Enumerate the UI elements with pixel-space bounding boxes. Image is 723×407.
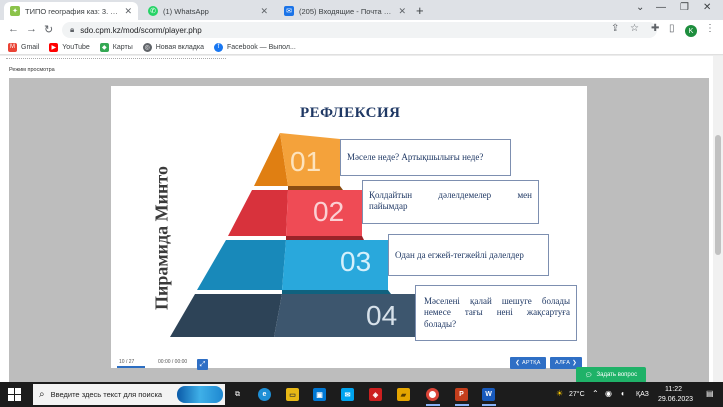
folder-icon[interactable]: ▰ [397,388,410,401]
search-icon: ⌕ [39,389,45,400]
fullscreen-button[interactable]: ⤢ [197,359,208,370]
file-explorer-icon[interactable]: ▭ [286,388,299,401]
level-2-text-line-2: пайымдар [369,201,408,212]
progress-bar[interactable] [117,366,145,368]
ask-question-label: Задать вопрос [596,372,638,378]
network-icon[interactable]: ◉ [605,389,612,398]
bookmark-star-icon[interactable]: ☆ [630,23,639,34]
sidebar-icon[interactable]: ▯ [669,23,675,34]
tab-title: ТИПО география каз: 3. Картогр [25,6,119,16]
bookmark-facebook[interactable]: f Facebook — Выпол... [214,42,296,52]
tab-title: (205) Входящие - Почта Mail.ru [299,6,392,16]
extensions-icon[interactable]: ✚ [651,23,659,34]
tab-strip: ✦ ТИПО география каз: 3. Картогр ✕ ✆ (1)… [0,0,723,20]
level-4-text-line-1: Мәселені қалай шешуге болады [424,296,570,306]
gmail-icon: M [8,42,17,52]
level-4-text-line-3: болады? [424,318,457,329]
facebook-icon: f [214,42,223,52]
time-counter: 00:00 / 00:00 [158,359,188,365]
mail-app-icon[interactable]: ✉ [341,388,354,401]
browser-toolbar: ← → ↻ 🔒︎ sdo.cpm.kz/mod/scorm/player.php… [0,20,723,40]
tab-whatsapp[interactable]: ✆ (1) WhatsApp ✕ [142,2,274,20]
close-tab-icon[interactable]: ✕ [398,6,406,17]
bookmark-new-tab[interactable]: ◎ Новая вкладка [142,42,204,52]
clock-date[interactable]: 29.06.2023 [658,396,693,403]
lock-icon[interactable]: 🔒︎ [70,25,74,35]
powerpoint-active-indicator [455,404,469,406]
clock-time[interactable]: 11:22 [665,386,682,393]
profile-avatar[interactable]: K [685,25,697,37]
bookmark-gmail[interactable]: M Gmail [8,42,40,52]
weather-temp[interactable]: 27°C [569,391,585,398]
share-icon[interactable]: ⇪ [611,23,619,34]
bookmark-label: YouTube [62,43,90,51]
bookmark-label: Карты [112,43,133,51]
notifications-icon[interactable]: ▤ [706,389,714,398]
back-icon[interactable]: ← [8,23,19,35]
bookmark-youtube[interactable]: ▶ YouTube [49,42,90,52]
slide-counter: 10 / 27 [119,359,135,365]
menu-icon[interactable]: ⋮ [705,23,715,34]
antivirus-icon[interactable]: ◈ [369,388,382,401]
pyramid-vertical-title: Пирамида Минто [151,166,172,310]
chrome-active-indicator [426,404,440,406]
restore-icon[interactable]: ❐ [680,2,689,13]
store-icon[interactable]: ▣ [313,388,326,401]
mail-icon: ✉ [284,6,294,16]
show-hidden-icons[interactable]: ⌃ [592,389,599,398]
chat-icon: 💬︎ [584,372,593,379]
slide-title: РЕФЛЕКСИЯ [300,105,401,121]
bookmark-label: Facebook — Выпол... [227,43,296,51]
close-tab-icon[interactable]: ✕ [124,6,132,17]
close-window-icon[interactable]: ✕ [703,2,711,13]
volume-icon[interactable]: ◖ [620,389,625,398]
reload-icon[interactable]: ↻ [44,23,53,36]
moodle-icon: ✦ [10,6,20,16]
prev-button[interactable]: ❮ АРТҚА [510,357,546,369]
globe-icon: ◎ [142,42,152,52]
search-placeholder: Введите здесь текст для поиска [50,390,163,399]
language-indicator[interactable]: ҚАЗ [636,391,649,398]
level-1-callout: Мәселе неде? Артықшылығы неде? [340,139,511,176]
word-active-indicator [482,404,496,406]
bookmark-label: Новая вкладка [155,43,204,51]
bookmarks-bar: M Gmail ▶ YouTube ◆ Карты ◎ Новая вкладк… [0,40,723,55]
address-bar[interactable]: 🔒︎ sdo.cpm.kz/mod/scorm/player.php [62,22,657,38]
level-1-text: Мәселе неде? Артықшылығы неде? [347,152,484,162]
windows-start-icon[interactable] [8,388,21,401]
expand-icon: ⤢ [199,360,206,368]
cut-off-content [6,58,226,61]
maps-icon: ◆ [99,42,109,52]
bookmark-maps[interactable]: ◆ Карты [99,42,133,52]
youtube-icon: ▶ [49,42,59,52]
level-4-callout: Мәселені қалай шешуге болады немесе тағы… [415,285,577,341]
minimize-icon[interactable]: — [656,2,666,13]
level-3-text: Одан да егжей-тегжейлі дәлелдер [395,250,524,260]
scrollbar-thumb[interactable] [715,135,721,255]
whatsapp-icon: ✆ [148,6,158,16]
powerpoint-icon[interactable]: P [455,388,468,401]
url-text: sdo.cpm.kz/mod/scorm/player.php [80,25,202,35]
weather-icon[interactable]: ☀ [556,389,563,398]
bookmark-label: Gmail [21,43,40,51]
close-tab-icon[interactable]: ✕ [260,6,268,17]
taskbar-search[interactable]: ⌕ Введите здесь текст для поиска [33,384,225,405]
search-highlight-image [177,386,223,403]
word-icon[interactable]: W [482,388,495,401]
level-2-callout: Қолдайтын дәлелдемелер мен пайымдар [362,180,539,224]
tab-mail[interactable]: ✉ (205) Входящие - Почта Mail.ru ✕ [278,2,412,20]
tab-search-icon[interactable]: ⌄ [636,2,644,13]
new-tab-button[interactable]: + [416,3,424,18]
view-mode-label: Режим просмотра [9,67,55,73]
tab-title: (1) WhatsApp [163,6,209,16]
level-3-callout: Одан да егжей-тегжейлі дәлелдер [388,234,549,276]
level-4-text-line-2: немесе тағы нені жақсартуға [424,307,570,318]
tab-geography[interactable]: ✦ ТИПО география каз: 3. Картогр ✕ [4,2,138,20]
level-2-text-line-1: Қолдайтын дәлелдемелер мен [369,190,532,200]
edge-icon[interactable]: e [258,388,271,401]
forward-icon[interactable]: → [26,23,37,35]
ask-question-button[interactable]: 💬︎ Задать вопрос [576,367,646,383]
task-view-icon[interactable]: ⧉ [231,388,244,401]
chrome-icon[interactable] [426,388,439,401]
